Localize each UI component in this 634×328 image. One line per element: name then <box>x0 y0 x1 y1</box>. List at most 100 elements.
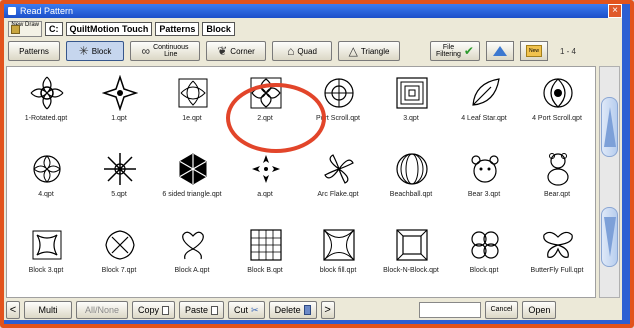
pattern-file-item[interactable]: Beachball.qpt <box>378 147 444 221</box>
pattern-file-item[interactable]: 1.qpt <box>86 71 152 145</box>
pattern-file-item[interactable]: Block.qpt <box>451 223 517 297</box>
scroll-up-button[interactable] <box>601 97 618 157</box>
pattern-file-item[interactable]: 1-Rotated.qpt <box>13 71 79 145</box>
teddy-bear-icon <box>540 151 576 187</box>
pattern-file-item[interactable]: block fill.qpt <box>305 223 371 297</box>
pattern-file-name: 3.qpt <box>403 115 419 122</box>
continuous-line-label-top: Continuous <box>153 44 189 51</box>
continuous-line-button[interactable]: ∞ Continuous Line <box>130 41 200 61</box>
quad-icon: ⌂ <box>287 44 295 58</box>
multi-button[interactable]: Multi <box>24 301 72 319</box>
category-toolbar: Patterns ✳ Block ∞ Continuous Line ❦ Cor… <box>8 40 618 62</box>
pattern-file-name: 1e.qpt <box>182 115 202 122</box>
pattern-file-item[interactable]: Block B.qpt <box>232 223 298 297</box>
pattern-file-name: Block B.qpt <box>247 267 283 274</box>
square-knot-icon <box>248 75 284 111</box>
breadcrumb-block[interactable]: Block <box>202 22 235 36</box>
cut-button[interactable]: Cut ✂ <box>228 301 265 319</box>
pattern-file-name: Block A.qpt <box>174 267 210 274</box>
patterns-button[interactable]: Patterns <box>8 41 60 61</box>
pattern-file-name: Bear 3.qpt <box>467 191 501 198</box>
pattern-file-item[interactable]: 4.qpt <box>13 147 79 221</box>
pattern-file-name: 4 Port Scroll.qpt <box>532 115 582 122</box>
heart-block-icon <box>175 227 211 263</box>
copy-label: Copy <box>138 305 160 315</box>
pattern-file-item[interactable]: 4 Port Scroll.qpt <box>524 71 590 145</box>
pattern-file-name: 1.qpt <box>111 115 127 122</box>
pattern-file-item[interactable]: Bear.qpt <box>524 147 590 221</box>
pattern-file-item[interactable]: Block A.qpt <box>159 223 225 297</box>
pattern-file-item[interactable]: Arc Flake.qpt <box>305 147 371 221</box>
pattern-file-name: Bear.qpt <box>543 191 571 198</box>
rotated-flower-icon <box>29 75 65 111</box>
pinwheel-icon <box>321 151 357 187</box>
swirl-block-icon <box>175 75 211 111</box>
cut-label: Cut <box>234 305 249 315</box>
patterns-label: Patterns <box>19 46 49 56</box>
leaf-icon <box>467 75 503 111</box>
pattern-file-name: a.qpt <box>257 191 273 198</box>
celtic-knot-icon <box>102 227 138 263</box>
pattern-file-name: block fill.qpt <box>319 267 357 274</box>
pattern-file-name: Block-N-Block.qpt <box>383 267 439 274</box>
pattern-file-name: 2.qpt <box>257 115 273 122</box>
continuous-line-icon: ∞ <box>141 44 151 58</box>
close-button[interactable]: × <box>608 4 622 18</box>
pattern-file-item[interactable]: Bear 3.qpt <box>451 147 517 221</box>
file-filtering-button[interactable]: File Filtering ✔ <box>430 41 480 61</box>
pattern-file-item[interactable]: Block 7.qpt <box>86 223 152 297</box>
title-bar: Read Pattern × <box>4 4 622 18</box>
scroll-down-button[interactable] <box>601 207 618 267</box>
delete-button[interactable]: Delete <box>268 301 317 319</box>
vertical-scrollbar[interactable] <box>599 66 620 298</box>
pattern-file-name: 5.qpt <box>111 191 127 198</box>
corner-button[interactable]: ❦ Corner <box>206 41 266 61</box>
arrow-star-icon <box>248 151 284 187</box>
pattern-file-item[interactable]: 3.qpt <box>378 71 444 145</box>
pattern-file-item[interactable]: Block-N-Block.qpt <box>378 223 444 297</box>
quad-button[interactable]: ⌂ Quad <box>272 41 332 61</box>
pattern-file-item[interactable]: Port Scroll.qpt <box>305 71 371 145</box>
breadcrumb-drive[interactable]: C: <box>45 22 63 36</box>
pattern-file-item[interactable]: a.qpt <box>232 147 298 221</box>
pattern-file-name: Block 7.qpt <box>101 267 137 274</box>
lattice-block-icon <box>248 227 284 263</box>
pattern-file-name: ButterFly Full.qpt <box>530 267 584 274</box>
open-button[interactable]: Open <box>522 301 557 319</box>
scroll-medallion-icon <box>321 75 357 111</box>
fill-block-icon <box>321 227 357 263</box>
maze-square-icon <box>394 75 430 111</box>
pattern-file-item[interactable]: 1e.qpt <box>159 71 225 145</box>
quad-label: Quad <box>297 46 317 56</box>
filename-input[interactable] <box>418 302 481 318</box>
previous-page-button[interactable]: < <box>6 301 20 319</box>
pattern-file-item[interactable]: 4 Leaf Star.qpt <box>451 71 517 145</box>
new-draw-button[interactable]: New Draw <box>8 21 42 37</box>
delete-label: Delete <box>274 305 301 315</box>
next-page-button[interactable]: > <box>320 301 335 319</box>
block-button[interactable]: ✳ Block <box>66 41 124 61</box>
continuous-line-label-bottom: Line <box>164 51 178 58</box>
cancel-button[interactable]: Cancel <box>484 301 519 319</box>
copy-icon <box>162 305 170 315</box>
copy-button[interactable]: Copy <box>132 301 176 319</box>
parent-folder-button[interactable] <box>486 41 514 61</box>
beachball-icon <box>394 151 430 187</box>
pattern-file-item[interactable]: ButterFly Full.qpt <box>524 223 590 297</box>
pattern-file-item[interactable]: Block 3.qpt <box>13 223 79 297</box>
all-none-button[interactable]: All/None <box>76 301 128 319</box>
breadcrumb-quiltmotion[interactable]: QuiltMotion Touch <box>65 22 153 36</box>
pattern-file-name: Arc Flake.qpt <box>317 191 359 198</box>
scissors-icon: ✂ <box>251 305 259 315</box>
pattern-file-item[interactable]: 2.qpt <box>232 71 298 145</box>
breadcrumb-patterns[interactable]: Patterns <box>155 22 200 36</box>
checkmark-icon: ✔ <box>463 44 474 58</box>
port-scroll-icon <box>540 75 576 111</box>
block-icon: ✳ <box>78 44 89 58</box>
pattern-file-item[interactable]: 5.qpt <box>86 147 152 221</box>
pattern-file-item[interactable]: 6 sided triangle.qpt <box>159 147 225 221</box>
triangle-button[interactable]: △ Triangle <box>338 41 400 61</box>
new-folder-button[interactable]: New <box>520 41 548 61</box>
dialog-body: New Draw C: QuiltMotion Touch Patterns B… <box>4 18 622 320</box>
paste-button[interactable]: Paste <box>179 301 225 319</box>
